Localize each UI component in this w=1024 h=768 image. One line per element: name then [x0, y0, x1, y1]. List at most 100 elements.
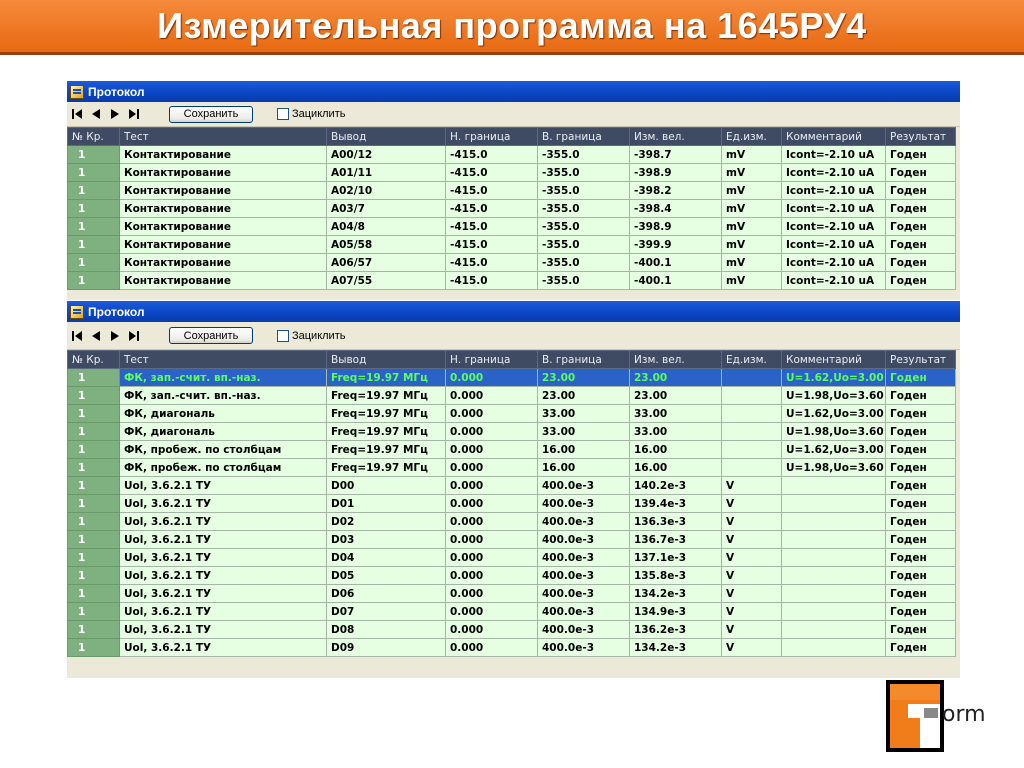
- cell-unit[interactable]: mV: [721, 271, 782, 290]
- cell-unit[interactable]: mV: [721, 235, 782, 254]
- cell-measured-value[interactable]: 140.2e-3: [629, 476, 722, 495]
- cell-unit[interactable]: V: [721, 476, 782, 495]
- cell-result[interactable]: Годен: [885, 163, 956, 182]
- cell-upper-limit[interactable]: 16.00: [537, 458, 630, 477]
- cell-measured-value[interactable]: -400.1: [629, 253, 722, 272]
- cell-lower-limit[interactable]: 0.000: [445, 548, 538, 567]
- table-row[interactable]: 1 Uol, 3.6.2.1 ТУ D04 0.000 400.0e-3 137.1e-3…: [67, 548, 956, 567]
- cell-row-number[interactable]: 1: [67, 422, 120, 441]
- cell-measured-value[interactable]: -400.1: [629, 271, 722, 290]
- cell-unit[interactable]: V: [721, 566, 782, 585]
- cell-pin[interactable]: A06/57: [326, 253, 446, 272]
- cell-pin[interactable]: Freq=19.97 МГц: [326, 386, 446, 405]
- table-row[interactable]: 1 Uol, 3.6.2.1 ТУ D08 0.000 400.0e-3 136.2e-3…: [67, 620, 956, 639]
- cell-result[interactable]: Годен: [885, 584, 956, 603]
- cell-lower-limit[interactable]: 0.000: [445, 422, 538, 441]
- cell-upper-limit[interactable]: 400.0e-3: [537, 512, 630, 531]
- cell-result[interactable]: Годен: [885, 476, 956, 495]
- column-header-row-number[interactable]: № Кр.: [67, 350, 120, 369]
- cell-test[interactable]: ФК, пробеж. по столбцам: [119, 440, 327, 459]
- cell-upper-limit[interactable]: -355.0: [537, 199, 630, 218]
- cell-lower-limit[interactable]: 0.000: [445, 602, 538, 621]
- cell-upper-limit[interactable]: -355.0: [537, 163, 630, 182]
- cell-lower-limit[interactable]: 0.000: [445, 476, 538, 495]
- last-record-button[interactable]: [124, 327, 143, 345]
- column-header-lower-limit[interactable]: Н. граница: [445, 127, 538, 146]
- cell-test[interactable]: Uol, 3.6.2.1 ТУ: [119, 638, 327, 657]
- cell-comment[interactable]: [781, 566, 886, 585]
- cell-result[interactable]: Годен: [885, 566, 956, 585]
- cell-upper-limit[interactable]: 33.00: [537, 422, 630, 441]
- cell-comment[interactable]: [781, 638, 886, 657]
- column-header-comment[interactable]: Комментарий: [781, 127, 886, 146]
- table-row[interactable]: 1 Контактирование A01/11 -415.0 -355.0 -398.9…: [67, 163, 956, 182]
- cell-pin[interactable]: D09: [326, 638, 446, 657]
- cell-row-number[interactable]: 1: [67, 181, 120, 200]
- cell-upper-limit[interactable]: 400.0e-3: [537, 530, 630, 549]
- cell-row-number[interactable]: 1: [67, 271, 120, 290]
- cell-pin[interactable]: A05/58: [326, 235, 446, 254]
- column-header-measured-value[interactable]: Изм. вел.: [629, 127, 722, 146]
- cell-pin[interactable]: A07/55: [326, 271, 446, 290]
- next-record-button[interactable]: [105, 327, 124, 345]
- cell-row-number[interactable]: 1: [67, 566, 120, 585]
- cell-pin[interactable]: Freq=19.97 МГц: [326, 440, 446, 459]
- cell-upper-limit[interactable]: 400.0e-3: [537, 620, 630, 639]
- cell-comment[interactable]: U=1.98,Uo=3.60: [781, 422, 886, 441]
- cell-measured-value[interactable]: 16.00: [629, 458, 722, 477]
- column-header-result[interactable]: Результат: [885, 350, 956, 369]
- cell-comment[interactable]: U=1.98,Uo=3.60: [781, 458, 886, 477]
- cell-lower-limit[interactable]: 0.000: [445, 494, 538, 513]
- cell-row-number[interactable]: 1: [67, 253, 120, 272]
- cell-lower-limit[interactable]: -415.0: [445, 253, 538, 272]
- cell-measured-value[interactable]: 134.2e-3: [629, 638, 722, 657]
- cell-upper-limit[interactable]: -355.0: [537, 235, 630, 254]
- table-row[interactable]: 1 Контактирование A03/7 -415.0 -355.0 -398.4 m…: [67, 199, 956, 218]
- cell-upper-limit[interactable]: -355.0: [537, 145, 630, 164]
- cell-unit[interactable]: V: [721, 620, 782, 639]
- cell-result[interactable]: Годен: [885, 422, 956, 441]
- cell-test[interactable]: Uol, 3.6.2.1 ТУ: [119, 566, 327, 585]
- cell-test[interactable]: Контактирование: [119, 253, 327, 272]
- cell-test[interactable]: Uol, 3.6.2.1 ТУ: [119, 530, 327, 549]
- table-row[interactable]: 1 Uol, 3.6.2.1 ТУ D01 0.000 400.0e-3 139.4e-3…: [67, 494, 956, 513]
- table-row[interactable]: 1 Контактирование A06/57 -415.0 -355.0 -400.1…: [67, 253, 956, 272]
- column-header-measured-value[interactable]: Изм. вел.: [629, 350, 722, 369]
- column-header-upper-limit[interactable]: В. граница: [537, 127, 630, 146]
- table-row[interactable]: 1 ФК, зап.-счит. вп.-наз. Freq=19.97 МГц 0.…: [67, 368, 956, 387]
- cell-measured-value[interactable]: 16.00: [629, 440, 722, 459]
- cell-row-number[interactable]: 1: [67, 368, 120, 387]
- cell-test[interactable]: Uol, 3.6.2.1 ТУ: [119, 584, 327, 603]
- cell-unit[interactable]: mV: [721, 145, 782, 164]
- cell-result[interactable]: Годен: [885, 548, 956, 567]
- cell-unit[interactable]: mV: [721, 217, 782, 236]
- cell-pin[interactable]: D03: [326, 530, 446, 549]
- cell-measured-value[interactable]: -398.7: [629, 145, 722, 164]
- column-header-row-number[interactable]: № Кр.: [67, 127, 120, 146]
- cell-row-number[interactable]: 1: [67, 386, 120, 405]
- table-row[interactable]: 1 Контактирование A04/8 -415.0 -355.0 -398.9 m…: [67, 217, 956, 236]
- cell-measured-value[interactable]: -398.2: [629, 181, 722, 200]
- column-header-comment[interactable]: Комментарий: [781, 350, 886, 369]
- cell-upper-limit[interactable]: -355.0: [537, 217, 630, 236]
- cell-unit[interactable]: V: [721, 602, 782, 621]
- cell-result[interactable]: Годен: [885, 602, 956, 621]
- column-header-test[interactable]: Тест: [119, 127, 327, 146]
- cell-upper-limit[interactable]: 400.0e-3: [537, 638, 630, 657]
- column-header-unit[interactable]: Ед.изм.: [721, 350, 782, 369]
- cell-test[interactable]: ФК, пробеж. по столбцам: [119, 458, 327, 477]
- cell-test[interactable]: Контактирование: [119, 181, 327, 200]
- cell-measured-value[interactable]: 134.9e-3: [629, 602, 722, 621]
- cell-lower-limit[interactable]: -415.0: [445, 199, 538, 218]
- cell-comment[interactable]: Icont=-2.10 uA: [781, 253, 886, 272]
- window-titlebar[interactable]: Протокол: [67, 81, 960, 102]
- cell-lower-limit[interactable]: -415.0: [445, 181, 538, 200]
- cell-pin[interactable]: Freq=19.97 МГц: [326, 368, 446, 387]
- cell-lower-limit[interactable]: 0.000: [445, 530, 538, 549]
- cell-result[interactable]: Годен: [885, 404, 956, 423]
- cell-unit[interactable]: [721, 368, 782, 387]
- cell-row-number[interactable]: 1: [67, 638, 120, 657]
- cell-comment[interactable]: [781, 476, 886, 495]
- cell-lower-limit[interactable]: 0.000: [445, 566, 538, 585]
- cell-test[interactable]: Uol, 3.6.2.1 ТУ: [119, 620, 327, 639]
